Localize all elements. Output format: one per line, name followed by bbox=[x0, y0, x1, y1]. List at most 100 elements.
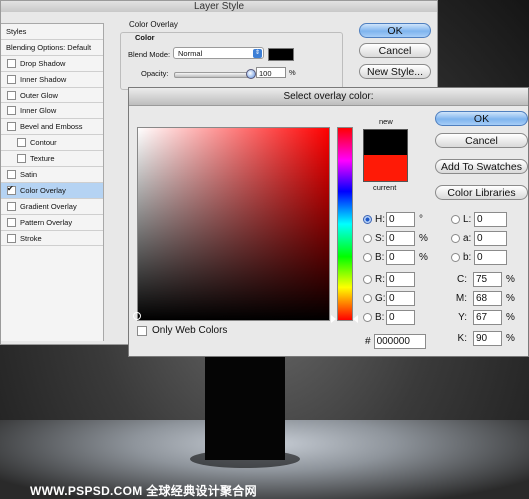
texture-checkbox[interactable] bbox=[17, 154, 26, 164]
hue-slider[interactable] bbox=[337, 127, 353, 321]
current-color-swatch[interactable] bbox=[363, 155, 408, 182]
hue-label: H: bbox=[375, 214, 385, 225]
lab-a-label: a: bbox=[463, 233, 472, 244]
style-item-satin[interactable]: Satin bbox=[1, 167, 103, 183]
saturation-unit: % bbox=[419, 233, 428, 244]
cancel-button[interactable]: Cancel bbox=[359, 43, 431, 58]
color-field[interactable] bbox=[137, 127, 330, 321]
lab-l-input[interactable]: 0 bbox=[474, 212, 507, 227]
saturation-input[interactable]: 0 bbox=[386, 231, 415, 246]
black-input[interactable]: 90 bbox=[473, 331, 502, 346]
style-item-inner-shadow[interactable]: Inner Shadow bbox=[1, 72, 103, 88]
inner-glow-checkbox[interactable] bbox=[7, 106, 16, 116]
color-overlay-checkbox[interactable] bbox=[7, 184, 16, 195]
cyan-input[interactable]: 75 bbox=[473, 272, 502, 287]
color-picker-dialog: Select overlay color: Only Web Colors ne… bbox=[128, 87, 529, 357]
saturation-label: S: bbox=[375, 233, 385, 244]
drop-shadow-checkbox[interactable] bbox=[7, 58, 16, 68]
blending-options-item[interactable]: Blending Options: Default bbox=[1, 40, 103, 56]
red-input[interactable]: 0 bbox=[386, 272, 415, 287]
opacity-slider[interactable] bbox=[174, 72, 254, 78]
lab-a-field-row: a: 0 bbox=[451, 231, 507, 246]
opacity-unit: % bbox=[289, 68, 296, 77]
stroke-label: Stroke bbox=[20, 233, 42, 243]
style-item-outer-glow[interactable]: Outer Glow bbox=[1, 88, 103, 104]
style-item-pattern-overlay[interactable]: Pattern Overlay bbox=[1, 215, 103, 231]
style-item-gradient-overlay[interactable]: Gradient Overlay bbox=[1, 199, 103, 215]
style-item-bevel-emboss[interactable]: Bevel and Emboss bbox=[1, 119, 103, 136]
brightness-input[interactable]: 0 bbox=[386, 250, 415, 265]
styles-list: Styles Blending Options: Default Drop Sh… bbox=[1, 23, 104, 341]
contour-checkbox[interactable] bbox=[17, 138, 26, 148]
opacity-slider-thumb[interactable] bbox=[246, 69, 256, 79]
hue-slider-right-arrow-icon[interactable] bbox=[353, 315, 358, 323]
texture-label: Texture bbox=[30, 154, 55, 164]
blue-input[interactable]: 0 bbox=[386, 310, 415, 325]
lab-a-input[interactable]: 0 bbox=[474, 231, 507, 246]
blending-options-label: Blending Options: Default bbox=[6, 42, 92, 52]
only-web-colors-checkbox[interactable] bbox=[137, 325, 147, 336]
saturation-field-row: S: 0 % bbox=[363, 231, 428, 246]
inner-shadow-label: Inner Shadow bbox=[20, 74, 67, 84]
lab-b-radio[interactable] bbox=[451, 253, 460, 262]
gradient-overlay-checkbox[interactable] bbox=[7, 201, 16, 211]
drop-shadow-label: Drop Shadow bbox=[20, 58, 66, 68]
style-item-contour[interactable]: Contour bbox=[1, 135, 103, 152]
styles-header[interactable]: Styles bbox=[1, 24, 103, 40]
pattern-overlay-checkbox[interactable] bbox=[7, 217, 16, 227]
ok-button[interactable]: OK bbox=[359, 23, 431, 38]
hue-radio[interactable] bbox=[363, 215, 372, 224]
bevel-emboss-checkbox[interactable] bbox=[7, 122, 16, 132]
brightness-label: B: bbox=[375, 252, 385, 263]
green-label: G: bbox=[375, 293, 386, 304]
lab-a-radio[interactable] bbox=[451, 234, 460, 243]
opacity-input[interactable]: 100 bbox=[256, 67, 286, 78]
color-libraries-button[interactable]: Color Libraries bbox=[435, 185, 528, 200]
yellow-input[interactable]: 67 bbox=[473, 310, 502, 325]
satin-checkbox[interactable] bbox=[7, 169, 16, 179]
black-unit: % bbox=[506, 333, 515, 344]
style-item-drop-shadow[interactable]: Drop Shadow bbox=[1, 56, 103, 72]
lab-l-field-row: L: 0 bbox=[451, 212, 507, 227]
blue-label: B: bbox=[375, 312, 385, 323]
satin-label: Satin bbox=[20, 169, 38, 179]
magenta-input[interactable]: 68 bbox=[473, 291, 502, 306]
lab-b-field-row: b: 0 bbox=[451, 250, 507, 265]
hue-input[interactable]: 0 bbox=[386, 212, 415, 227]
cyan-label: C: bbox=[457, 274, 467, 285]
blue-radio[interactable] bbox=[363, 313, 372, 322]
color-overlay-label: Color Overlay bbox=[20, 185, 66, 195]
yellow-label: Y: bbox=[458, 312, 467, 323]
hex-input[interactable]: 000000 bbox=[373, 334, 426, 349]
new-style-button[interactable]: New Style... bbox=[359, 64, 431, 79]
lab-b-label: b: bbox=[463, 252, 472, 263]
pattern-overlay-label: Pattern Overlay bbox=[20, 217, 73, 227]
lab-l-radio[interactable] bbox=[451, 215, 460, 224]
magenta-field-row: M: 68 % bbox=[451, 291, 515, 306]
style-item-inner-glow[interactable]: Inner Glow bbox=[1, 103, 103, 120]
brightness-radio[interactable] bbox=[363, 253, 372, 262]
outer-glow-checkbox[interactable] bbox=[7, 90, 16, 100]
stroke-checkbox[interactable] bbox=[7, 233, 16, 243]
color-picker-title: Select overlay color: bbox=[129, 88, 528, 106]
style-item-color-overlay[interactable]: Color Overlay bbox=[1, 182, 103, 199]
picker-ok-button[interactable]: OK bbox=[435, 111, 528, 126]
hue-slider-left-arrow-icon[interactable] bbox=[331, 315, 336, 323]
current-color-label: current bbox=[373, 183, 397, 192]
green-input[interactable]: 0 bbox=[386, 291, 415, 306]
picker-cancel-button[interactable]: Cancel bbox=[435, 133, 528, 148]
inner-shadow-checkbox[interactable] bbox=[7, 74, 16, 84]
red-radio[interactable] bbox=[363, 275, 372, 284]
bevel-emboss-label: Bevel and Emboss bbox=[20, 122, 83, 132]
color-field-marker[interactable] bbox=[133, 312, 141, 320]
blend-mode-select[interactable]: Normal ⇕ bbox=[173, 47, 264, 59]
gradient-overlay-label: Gradient Overlay bbox=[20, 201, 77, 211]
only-web-colors[interactable]: Only Web Colors bbox=[137, 325, 227, 336]
overlay-color-swatch[interactable] bbox=[268, 48, 294, 61]
style-item-stroke[interactable]: Stroke bbox=[1, 231, 103, 247]
lab-b-input[interactable]: 0 bbox=[474, 250, 507, 265]
add-to-swatches-button[interactable]: Add To Swatches bbox=[435, 159, 528, 174]
saturation-radio[interactable] bbox=[363, 234, 372, 243]
green-radio[interactable] bbox=[363, 294, 372, 303]
style-item-texture[interactable]: Texture bbox=[1, 151, 103, 168]
